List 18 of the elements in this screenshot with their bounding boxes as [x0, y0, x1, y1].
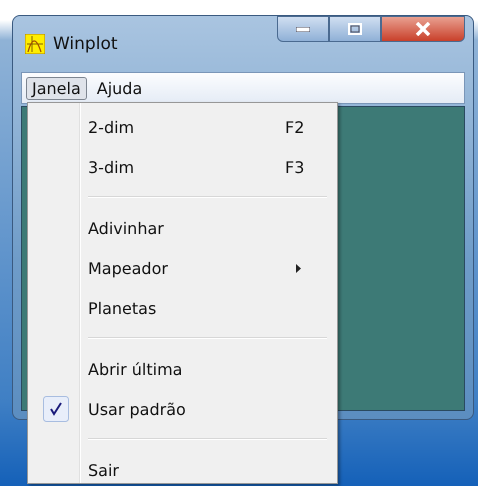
menu-item[interactable]: 2-dim F2: [30, 107, 335, 147]
window-title: Winplot: [53, 34, 118, 54]
menu-item[interactable]: 3-dim F3: [30, 147, 335, 187]
close-button[interactable]: [381, 16, 465, 42]
maximize-button[interactable]: [329, 16, 381, 42]
menu-item[interactable]: Adivinhar: [30, 208, 335, 248]
menu-item[interactable]: Planetas: [30, 288, 335, 328]
menu-bar-item[interactable]: Ajuda: [90, 76, 148, 100]
menu-item[interactable]: Mapeador: [30, 248, 335, 288]
menu-bar-item[interactable]: Janela: [26, 76, 87, 100]
close-icon: [415, 22, 431, 36]
minimize-icon: [296, 26, 310, 32]
menu-item[interactable]: Usar padrão: [30, 389, 335, 429]
maximize-icon: [348, 23, 362, 35]
minimize-button[interactable]: [277, 16, 329, 42]
menu-item[interactable]: Sair: [30, 450, 335, 486]
menu-item[interactable]: Abrir última: [30, 349, 335, 389]
graph-icon: [25, 34, 45, 54]
